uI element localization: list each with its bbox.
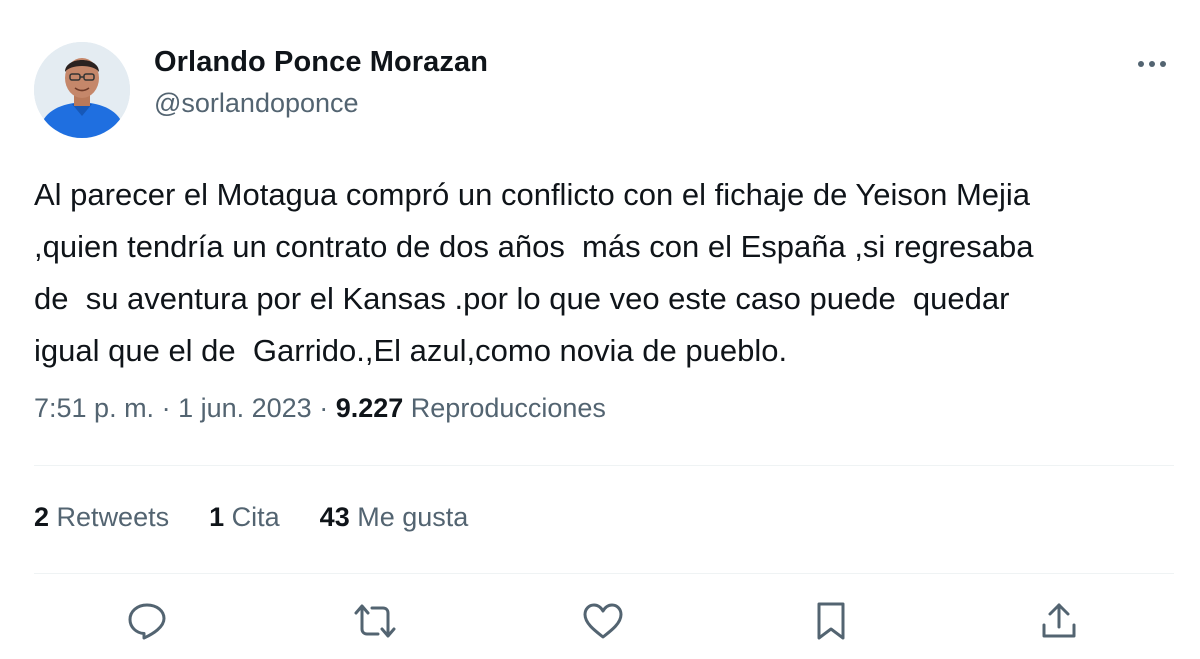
views-count: 9.227 [335,393,404,423]
likes-label: Me gusta [357,502,469,532]
action-bar [0,598,1200,644]
more-icon [1138,61,1166,67]
retweets-stat[interactable]: 2 Retweets [34,502,169,533]
avatar-image [34,42,130,138]
tweet-text-line: de su aventura por el Kansas .por lo que… [34,281,1010,316]
divider [34,573,1174,574]
retweet-button[interactable] [352,598,398,644]
tweet-text: Al parecer el Motagua compró un conflict… [34,169,1174,377]
user-handle[interactable]: @sorlandoponce [154,88,359,119]
tweet-metadata: 7:51 p. m. · 1 jun. 2023 · 9.227 Reprodu… [34,393,606,424]
tweet-date[interactable]: 1 jun. 2023 [178,393,312,423]
quotes-count: 1 [209,502,225,532]
meta-separator: · [154,393,179,423]
share-button[interactable] [1036,598,1082,644]
tweet-text-line: Al parecer el Motagua compró un conflict… [34,177,1031,212]
quotes-label: Cita [231,502,280,532]
tweet-text-line: igual que el de Garrido.,El azul,como no… [34,333,788,368]
reply-icon [128,603,166,640]
tweet: Orlando Ponce Morazan @sorlandoponce Al … [0,0,1200,659]
meta-separator: · [311,393,336,423]
more-options-button[interactable] [1130,44,1174,84]
avatar[interactable] [34,42,130,138]
likes-count: 43 [319,502,350,532]
quotes-stat[interactable]: 1 Cita [209,502,280,533]
display-name[interactable]: Orlando Ponce Morazan [154,46,488,79]
bookmark-button[interactable] [808,598,854,644]
share-icon [1042,603,1076,638]
retweets-label: Retweets [56,502,170,532]
heart-icon [583,603,623,639]
views-label: Reproducciones [410,393,606,423]
reply-button[interactable] [124,598,170,644]
engagement-stats: 2 Retweets 1 Cita 43 Me gusta [34,502,468,533]
likes-stat[interactable]: 43 Me gusta [320,502,469,533]
tweet-time[interactable]: 7:51 p. m. [34,393,154,423]
retweet-icon [354,604,396,638]
retweets-count: 2 [34,502,50,532]
tweet-text-line: ,quien tendría un contrato de dos años m… [34,229,1034,264]
bookmark-icon [817,602,845,640]
divider [34,465,1174,466]
like-button[interactable] [580,598,626,644]
